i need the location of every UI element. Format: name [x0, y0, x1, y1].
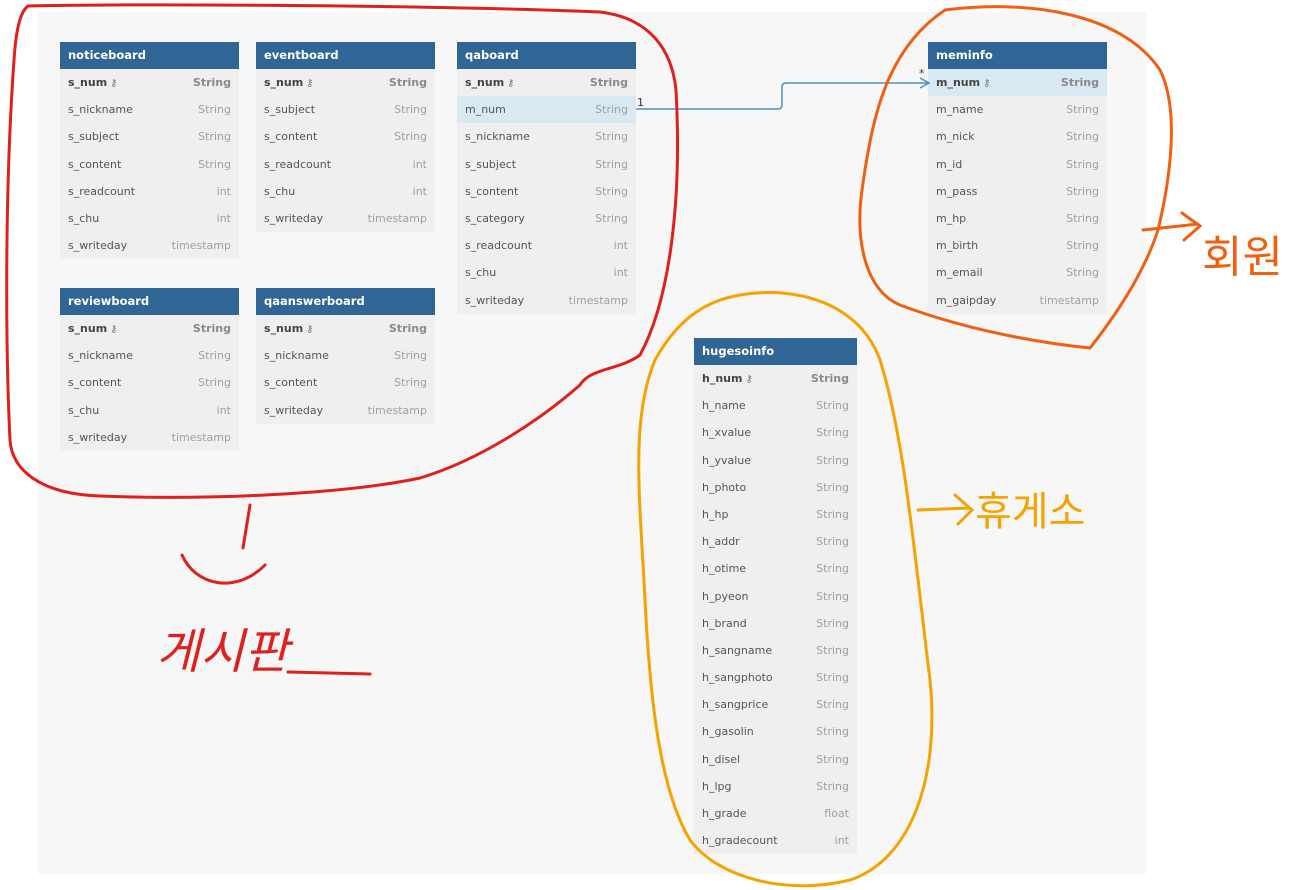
member-group-outline — [858, 5, 1173, 350]
restarea-label: 휴게소 — [975, 489, 1085, 535]
restarea-arrow — [916, 493, 975, 526]
restarea-group-outline — [637, 291, 934, 888]
member-label: 회원 — [1202, 232, 1283, 283]
member-arrow — [1141, 211, 1203, 242]
board-arrow-smile — [180, 553, 267, 585]
board-arrow-stroke — [241, 503, 252, 550]
board-group-outline — [5, 3, 679, 499]
board-label-underline — [286, 670, 372, 676]
annotation-overlay: 게시판 회원 휴게소 — [5, 3, 1283, 888]
board-label: 게시판 — [156, 624, 294, 680]
